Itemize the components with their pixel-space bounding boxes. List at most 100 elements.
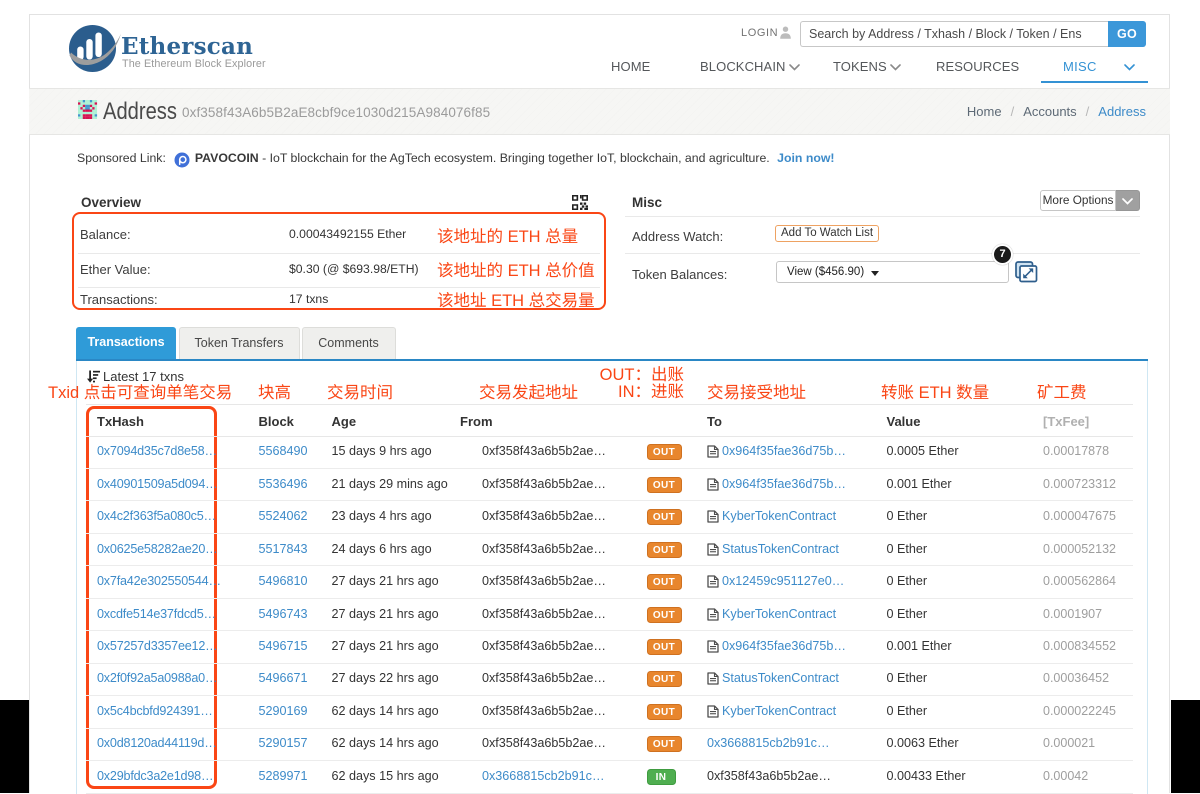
tx-block-link[interactable]: 5524062 xyxy=(259,509,308,523)
nav-misc[interactable]: MISC xyxy=(1063,59,1097,74)
tx-from: 0xf358f43a6b5b2ae… xyxy=(482,671,606,685)
tx-hash-link[interactable]: 0x4c2f363f5a080c5… xyxy=(97,509,216,523)
tx-value: 0 Ether xyxy=(887,574,928,588)
tx-age: 27 days 22 hrs ago xyxy=(332,671,439,685)
tx-block-link[interactable]: 5496810 xyxy=(259,574,308,588)
tx-from-link[interactable]: 0x3668815cb2b91c… xyxy=(482,769,605,783)
breadcrumb-accounts[interactable]: Accounts xyxy=(1023,104,1076,119)
address-value: 0xf358f43A6b5B2aE8cbf9ce1030d215A984076f… xyxy=(182,105,490,120)
tx-hash-link[interactable]: 0x0625e58282ae20… xyxy=(97,542,218,556)
tx-to-link[interactable]: 0x964f35fae36d75b… xyxy=(722,477,846,491)
page-title: Address xyxy=(103,98,177,126)
contract-icon-wrap xyxy=(707,543,719,561)
tx-block-link[interactable]: 5496715 xyxy=(259,639,308,653)
sponsored-label: Sponsored Link: xyxy=(77,151,166,165)
token-balances-dropdown[interactable]: View ($456.90) xyxy=(776,261,1009,283)
tx-hash-link[interactable]: 0x57257d3357ee12… xyxy=(97,639,218,653)
contract-icon-wrap xyxy=(707,705,719,723)
tx-value: 0 Ether xyxy=(887,509,928,523)
nav-tokens[interactable]: TOKENS xyxy=(833,59,887,74)
tx-hash-link[interactable]: 0xcdfe514e37fdcd5… xyxy=(97,607,216,621)
tx-hash-link[interactable]: 0x0d8120ad44119d… xyxy=(97,736,217,750)
tx-value: 0 Ether xyxy=(887,671,928,685)
add-to-watchlist-button[interactable]: Add To Watch List xyxy=(775,225,879,242)
logo-wordmark: Etherscan xyxy=(121,33,253,60)
address-watch-label: Address Watch: xyxy=(632,229,723,244)
tx-block-link[interactable]: 5496671 xyxy=(259,671,308,685)
more-options-caret[interactable] xyxy=(1116,190,1140,211)
tx-block-link[interactable]: 5568490 xyxy=(259,444,308,458)
direction-badge-out: OUT xyxy=(647,509,682,525)
qr-code-icon[interactable] xyxy=(572,195,588,210)
tx-to-link[interactable]: 0x12459c951127e0… xyxy=(722,574,844,588)
tx-to-link[interactable]: 0x3668815cb2b91c… xyxy=(707,736,830,750)
tx-fee: 0.000021 xyxy=(1043,736,1095,750)
tx-age: 62 days 14 hrs ago xyxy=(332,704,439,718)
contract-icon-wrap xyxy=(707,640,719,658)
tx-to-link[interactable]: KyberTokenContract xyxy=(722,704,836,718)
tx-to-link[interactable]: StatusTokenContract xyxy=(722,671,839,685)
more-options-label[interactable]: More Options xyxy=(1040,190,1116,211)
col-header-txfee: [TxFee] xyxy=(1043,414,1089,429)
contract-icon-wrap xyxy=(707,510,719,528)
caret-down-icon xyxy=(871,271,879,276)
etherscan-logo[interactable]: Etherscan The Ethereum Block Explorer xyxy=(69,24,299,70)
nav-blockchain[interactable]: BLOCKCHAIN xyxy=(700,59,786,74)
tx-hash-link[interactable]: 0x2f0f92a5a0988a0… xyxy=(97,671,217,685)
tab-token-transfers[interactable]: Token Transfers xyxy=(179,327,300,359)
contract-doc-icon xyxy=(707,672,719,685)
tx-block-link[interactable]: 5290157 xyxy=(259,736,308,750)
nav-home[interactable]: HOME xyxy=(611,59,650,74)
nav-resources[interactable]: RESOURCES xyxy=(936,59,1019,74)
contract-doc-icon xyxy=(707,543,719,556)
tx-hash-link[interactable]: 0x7fa42e302550544… xyxy=(97,574,221,588)
nav-misc-group: MISC xyxy=(1041,48,1148,83)
tx-to: 0xf358f43a6b5b2ae… xyxy=(707,769,831,783)
more-options-button[interactable]: More Options xyxy=(1040,190,1140,211)
breadcrumb-home[interactable]: Home xyxy=(967,104,1002,119)
contract-icon-wrap xyxy=(707,445,719,463)
tx-hash-link[interactable]: 0x5c4bcbfd924391… xyxy=(97,704,213,718)
tx-block-link[interactable]: 5289971 xyxy=(259,769,308,783)
tx-to-link[interactable]: KyberTokenContract xyxy=(722,509,836,523)
chevron-down-icon xyxy=(1122,198,1133,205)
tx-to-link[interactable]: 0x964f35fae36d75b… xyxy=(722,444,846,458)
address-identicon xyxy=(77,100,98,119)
tx-hash-link[interactable]: 0x40901509a5d094… xyxy=(97,477,218,491)
tx-fee: 0.0001907 xyxy=(1043,607,1102,621)
tx-from: 0xf358f43a6b5b2ae… xyxy=(482,477,606,491)
tx-block-link[interactable]: 5517843 xyxy=(259,542,308,556)
contract-doc-icon xyxy=(707,608,719,621)
direction-badge-out: OUT xyxy=(647,607,682,623)
pavocoin-icon xyxy=(174,152,190,168)
direction-badge-out: OUT xyxy=(647,477,682,493)
tx-to-link[interactable]: StatusTokenContract xyxy=(722,542,839,556)
row-divider xyxy=(86,663,1133,664)
sponsored-brand[interactable]: PAVOCOIN xyxy=(195,151,259,165)
row-divider xyxy=(86,598,1133,599)
overview-panel-title: Overview xyxy=(81,195,141,210)
contract-doc-icon xyxy=(707,510,719,523)
tx-age: 24 days 6 hrs ago xyxy=(332,542,432,556)
chevron-down-icon[interactable] xyxy=(1124,64,1135,71)
search-input[interactable] xyxy=(800,21,1108,47)
sponsored-join-link[interactable]: Join now! xyxy=(777,151,834,165)
tab-transactions[interactable]: Transactions xyxy=(76,327,176,359)
col-header-value: Value xyxy=(887,414,921,429)
tx-hash-link[interactable]: 0x7094d35c7d8e58… xyxy=(97,444,217,458)
tx-to-link[interactable]: 0x964f35fae36d75b… xyxy=(722,639,846,653)
tx-block-link[interactable]: 5536496 xyxy=(259,477,308,491)
divider xyxy=(86,404,1133,405)
tx-hash-link[interactable]: 0x29bfdc3a2e1d98… xyxy=(97,769,213,783)
tx-fee: 0.000723312 xyxy=(1043,477,1116,491)
tx-fee: 0.00036452 xyxy=(1043,671,1109,685)
tx-to-link[interactable]: KyberTokenContract xyxy=(722,607,836,621)
tab-comments[interactable]: Comments xyxy=(302,327,396,359)
login-link[interactable]: LOGIN xyxy=(741,27,778,39)
tx-block-link[interactable]: 5496743 xyxy=(259,607,308,621)
breadcrumb-address: Address xyxy=(1098,104,1146,119)
search-go-button[interactable]: GO xyxy=(1108,21,1146,47)
tx-block-link[interactable]: 5290169 xyxy=(259,704,308,718)
logo-subtitle: The Ethereum Block Explorer xyxy=(122,58,266,70)
expand-icon[interactable] xyxy=(1015,261,1038,283)
